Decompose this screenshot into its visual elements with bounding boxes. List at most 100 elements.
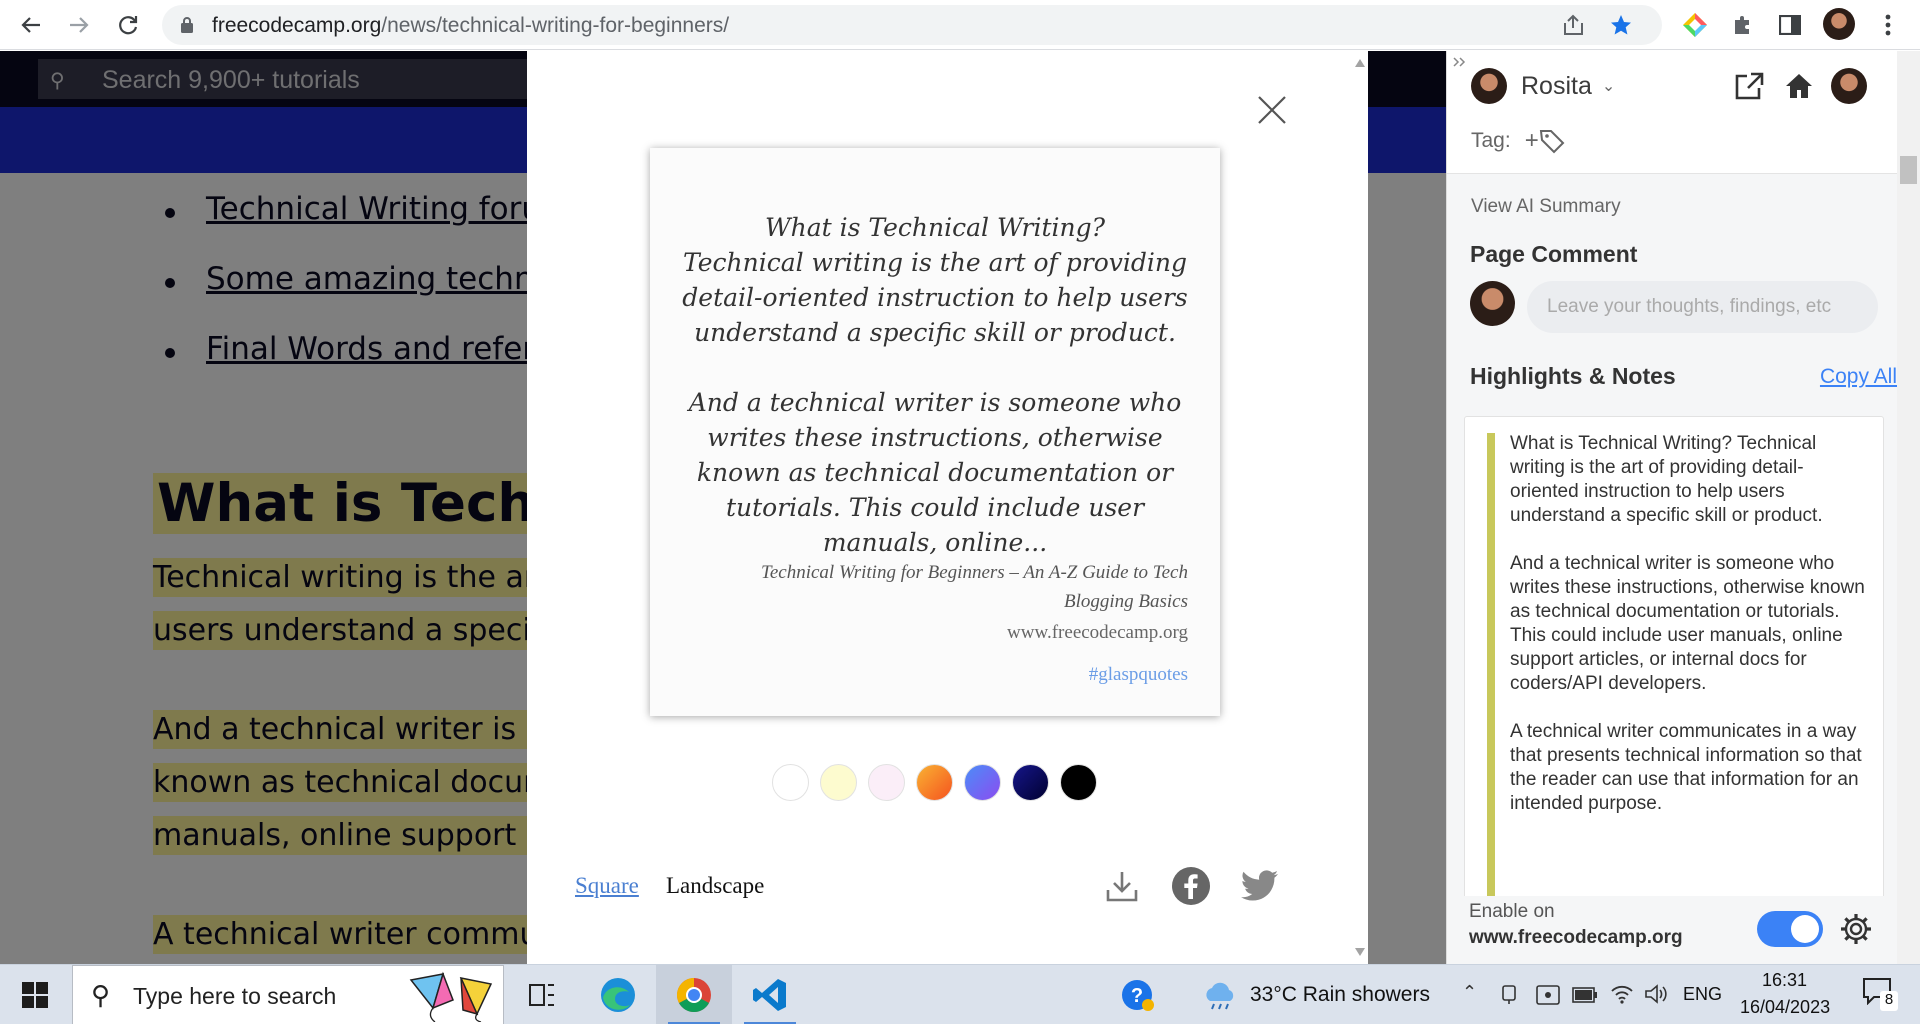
quote-paragraph: And a technical writer is someone who wr… bbox=[688, 388, 1182, 557]
meet-now-icon[interactable] bbox=[1500, 985, 1518, 1005]
browser-toolbar: freecodecamp.org/news/technical-writing-… bbox=[0, 0, 1920, 50]
share-page-icon[interactable] bbox=[1562, 14, 1586, 36]
forward-button[interactable] bbox=[62, 8, 96, 42]
panel-header: Rosita ⌄ Tag: + bbox=[1447, 51, 1920, 174]
enable-label: Enable on www.freecodecamp.org bbox=[1469, 899, 1683, 951]
tag-label: Tag: bbox=[1471, 129, 1511, 152]
download-button[interactable] bbox=[1102, 866, 1142, 906]
reload-icon bbox=[119, 16, 138, 35]
weather-text[interactable]: 33°C Rain showers bbox=[1250, 983, 1430, 1007]
lock-icon bbox=[181, 17, 193, 33]
user-switcher[interactable]: Rosita ⌄ bbox=[1471, 68, 1615, 104]
glasp-extension-icon[interactable] bbox=[1680, 10, 1710, 40]
windows-taskbar: ⚲ Type here to search ? 33°C Rain shower… bbox=[0, 964, 1920, 1024]
bookmark-star-icon[interactable] bbox=[1609, 13, 1633, 37]
taskbar-edge[interactable] bbox=[580, 965, 656, 1024]
quote-source-title: Technical Writing for Beginners – An A-Z… bbox=[761, 562, 1188, 612]
color-swatch-orange[interactable] bbox=[916, 764, 953, 801]
highlight-item[interactable]: And a technical writer is someone who wr… bbox=[1510, 552, 1870, 696]
highlight-item[interactable]: What is Technical Writing? Technical wri… bbox=[1510, 432, 1870, 528]
gear-icon[interactable] bbox=[1839, 912, 1873, 946]
device-status-icon[interactable] bbox=[1536, 985, 1560, 1005]
back-arrow-icon bbox=[21, 17, 40, 33]
task-view-button[interactable] bbox=[504, 965, 580, 1024]
quote-paragraph: What is Technical Writing? Technical wri… bbox=[682, 213, 1188, 347]
side-panel-icon[interactable] bbox=[1775, 10, 1805, 40]
enable-site-text: www.freecodecamp.org bbox=[1469, 927, 1683, 948]
color-swatch-navy[interactable] bbox=[1012, 764, 1049, 801]
export-button[interactable] bbox=[1731, 68, 1767, 104]
help-icon: ? bbox=[1122, 980, 1154, 1011]
browser-menu-icon[interactable] bbox=[1873, 10, 1903, 40]
color-swatch-pale-pink[interactable] bbox=[868, 764, 905, 801]
color-swatch-blue-violet[interactable] bbox=[964, 764, 1001, 801]
color-swatch-black[interactable] bbox=[1060, 764, 1097, 801]
notifications-button[interactable]: 8 bbox=[1862, 977, 1898, 1013]
quote-text: What is Technical Writing? Technical wri… bbox=[650, 210, 1220, 595]
notification-badge: 8 bbox=[1880, 991, 1898, 1011]
rain-cloud-icon[interactable] bbox=[1202, 979, 1238, 1011]
page-comment-title: Page Comment bbox=[1470, 241, 1638, 267]
modal-scrollbar[interactable] bbox=[1351, 51, 1368, 964]
wifi-icon[interactable] bbox=[1610, 983, 1634, 1005]
quote-source-site: www.freecodecamp.org bbox=[1007, 622, 1188, 643]
battery-icon[interactable] bbox=[1572, 987, 1598, 1003]
quote-card: What is Technical Writing? Technical wri… bbox=[650, 148, 1220, 716]
extensions-puzzle-icon[interactable] bbox=[1728, 10, 1758, 40]
highlights-list: What is Technical Writing? Technical wri… bbox=[1464, 416, 1884, 956]
quote-hashtag: #glaspquotes bbox=[1088, 664, 1188, 685]
enable-toggle[interactable] bbox=[1757, 911, 1823, 947]
highlight-text[interactable]: What is Technical Writing? Technical wri… bbox=[1510, 432, 1870, 840]
facebook-share-button[interactable] bbox=[1171, 866, 1211, 906]
commenter-avatar bbox=[1470, 281, 1515, 326]
facebook-icon bbox=[1172, 867, 1210, 905]
taskbar-search-text: Type here to search bbox=[133, 983, 337, 1009]
user-name: Rosita bbox=[1521, 71, 1592, 100]
reload-button[interactable] bbox=[111, 8, 145, 42]
square-format-option[interactable]: Square bbox=[575, 873, 639, 899]
home-button[interactable] bbox=[1781, 68, 1817, 104]
taskbar-vscode[interactable] bbox=[732, 965, 808, 1024]
edge-icon bbox=[601, 978, 635, 1012]
clock-date[interactable]: 16/04/2023 bbox=[1740, 997, 1830, 1018]
user-avatar bbox=[1471, 68, 1507, 104]
add-tag-button[interactable]: + bbox=[1525, 127, 1539, 155]
close-icon[interactable] bbox=[1255, 93, 1289, 127]
color-swatch-pale-yellow[interactable] bbox=[820, 764, 857, 801]
view-ai-summary-link[interactable]: View AI Summary bbox=[1471, 196, 1621, 218]
task-view-icon bbox=[529, 984, 554, 1006]
enable-on-text: Enable on bbox=[1469, 901, 1555, 922]
svg-text:?: ? bbox=[1131, 985, 1143, 1007]
address-bar[interactable]: freecodecamp.org/news/technical-writing-… bbox=[162, 5, 1662, 45]
profile-avatar[interactable] bbox=[1823, 8, 1855, 40]
forward-arrow-icon bbox=[70, 17, 89, 33]
taskbar-chrome[interactable] bbox=[656, 965, 732, 1024]
color-swatch-white[interactable] bbox=[772, 764, 809, 801]
twitter-share-button[interactable] bbox=[1240, 866, 1280, 906]
show-hidden-icons-chevron-up-icon[interactable]: ⌃ bbox=[1462, 982, 1477, 1003]
copy-all-link[interactable]: Copy All bbox=[1820, 365, 1897, 389]
highlight-color-bar bbox=[1487, 433, 1495, 953]
collapse-panel-icon[interactable] bbox=[1453, 57, 1467, 67]
clock-time[interactable]: 16:31 bbox=[1762, 970, 1807, 991]
start-button[interactable] bbox=[0, 965, 70, 1024]
highlight-item[interactable]: A technical writer communicates in a way… bbox=[1510, 720, 1870, 816]
tag-icon[interactable] bbox=[1539, 128, 1565, 154]
input-language[interactable]: ENG bbox=[1683, 984, 1722, 1005]
back-button[interactable] bbox=[14, 8, 48, 42]
kites-search-highlight-icon bbox=[409, 971, 493, 1022]
glasp-side-panel: Rosita ⌄ Tag: + View AI Summary Page Com… bbox=[1446, 51, 1920, 964]
twitter-icon bbox=[1241, 870, 1278, 901]
taskbar-search-box[interactable]: ⚲ Type here to search bbox=[72, 965, 504, 1024]
panel-profile-avatar[interactable] bbox=[1831, 68, 1867, 104]
download-icon bbox=[1106, 872, 1138, 902]
export-icon bbox=[1735, 72, 1764, 100]
volume-icon[interactable] bbox=[1644, 983, 1668, 1005]
comment-input[interactable] bbox=[1527, 281, 1878, 333]
vscode-icon bbox=[753, 979, 786, 1011]
help-button[interactable]: ? bbox=[1100, 965, 1176, 1024]
windows-logo-icon bbox=[22, 982, 48, 1008]
landscape-format-option[interactable]: Landscape bbox=[666, 873, 764, 899]
panel-scrollbar[interactable] bbox=[1897, 51, 1920, 964]
home-icon bbox=[1786, 74, 1812, 98]
